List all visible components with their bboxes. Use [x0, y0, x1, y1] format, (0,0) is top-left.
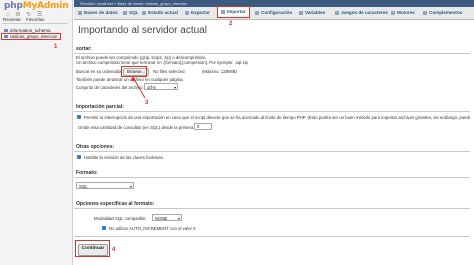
- chevron-down-icon: ▾: [177, 216, 180, 221]
- chevron-down-icon: ▾: [129, 184, 132, 189]
- tab-plugins[interactable]: Complementos: [423, 7, 462, 19]
- annotation-marker-1: 1: [54, 44, 58, 50]
- sql-compat-label: Modalidad SQL compatible:: [94, 216, 147, 221]
- sidebar-tabs: Reciente Favoritas: [3, 17, 49, 22]
- breadcrumb[interactable]: Servidor: localhost » Base de datos: rad…: [74, 0, 474, 7]
- logo-text-php: php: [4, 1, 23, 11]
- max-size-text: (Máximo: 128MiB): [202, 69, 237, 74]
- tab-variables[interactable]: Variables: [299, 7, 325, 19]
- skip-queries-label: Omitir esta cantidad de consultas (en SQ…: [78, 125, 195, 130]
- status-icon: [142, 10, 146, 15]
- compression-example: Un archivo comprimido tiene que terminar…: [76, 60, 248, 65]
- tab-label: Exportar: [191, 10, 210, 15]
- charset-value: utf-8: [147, 85, 156, 90]
- top-tab-bar: Bases de datos SQL Estado actual Exporta…: [74, 6, 474, 20]
- tab-label: SQL: [129, 10, 139, 15]
- plugin-icon: [423, 10, 427, 15]
- tab-favorites[interactable]: Favoritas: [26, 17, 45, 22]
- tab-label: Juegos de caracteres: [341, 10, 388, 15]
- tab-charsets[interactable]: Juegos de caracteres: [335, 7, 388, 19]
- tab-status[interactable]: Estado actual: [142, 7, 178, 19]
- tab-label: Variables: [305, 10, 326, 15]
- annotation-marker-3: 3: [145, 100, 149, 106]
- auto-increment-label: No utilizar AUTO_INCREMENT con el valor …: [109, 226, 196, 231]
- charset-icon: [335, 10, 339, 15]
- tab-export[interactable]: Exportar: [185, 7, 210, 19]
- charset-select[interactable]: utf-8 ▾: [144, 83, 178, 90]
- sql-icon: [123, 10, 127, 15]
- tab-label: Importar: [227, 9, 246, 14]
- page-title: Importando al servidor actual: [78, 25, 207, 36]
- annotation-marker-4: 4: [112, 247, 116, 253]
- tab-recent[interactable]: Reciente: [3, 17, 21, 22]
- partial-import-heading: Importación parcial:: [76, 104, 124, 110]
- section-divider: [74, 53, 470, 54]
- section-divider: [74, 111, 470, 112]
- phpmyadmin-logo[interactable]: phpMyAdmin: [4, 1, 69, 11]
- tab-settings[interactable]: Configuración: [255, 7, 292, 19]
- tab-sql[interactable]: SQL: [123, 7, 138, 19]
- allow-interrupt-label: Permitir la interrupción de una importac…: [84, 115, 470, 120]
- browse-label: Buscar en su ordenador:: [76, 69, 124, 74]
- database-icon: [4, 29, 8, 32]
- format-select[interactable]: SQL ▾: [76, 182, 134, 189]
- section-divider: [74, 236, 470, 237]
- allow-interrupt-checkbox[interactable]: [77, 115, 81, 119]
- no-file-text: No files selected.: [153, 69, 186, 74]
- charset-label: Conjunto de caracteres del archivo:: [76, 85, 144, 90]
- navigation-sidebar: phpMyAdmin ⌂ ⚙ ↻ ☰ Reciente Favoritas in…: [0, 0, 73, 265]
- auto-increment-checkbox[interactable]: [102, 226, 106, 230]
- format-heading: Formato:: [76, 170, 98, 176]
- format-options-heading: Opciones específicas al formato:: [76, 201, 155, 207]
- database-icon: [78, 10, 82, 15]
- tab-databases[interactable]: Bases de datos: [78, 7, 118, 19]
- main-content: Importando al servidor actual sortar: El…: [74, 20, 474, 265]
- tab-label: Motores: [397, 10, 415, 15]
- sidebar-divider: [2, 23, 68, 24]
- tab-label: Bases de datos: [84, 10, 118, 15]
- variables-icon: [299, 10, 303, 15]
- sql-compat-value: NONE: [155, 216, 168, 221]
- skip-queries-input[interactable]: 0: [194, 123, 212, 130]
- database-icon: [4, 35, 8, 38]
- engine-icon: [391, 10, 395, 15]
- sql-compat-select[interactable]: NONE ▾: [152, 214, 182, 221]
- format-value: SQL: [79, 184, 88, 189]
- section-divider: [74, 208, 470, 209]
- browse-highlight: [121, 66, 147, 77]
- database-label: radicas_grupo_eleccion: [10, 34, 58, 39]
- tab-label: Complementos: [429, 10, 463, 15]
- export-icon: [185, 10, 189, 15]
- other-options-heading: Otras opciones:: [76, 144, 115, 150]
- foreign-keys-checkbox[interactable]: [77, 155, 81, 159]
- database-item-selected[interactable]: radicas_grupo_eleccion: [1, 33, 61, 40]
- drag-note: También puede arrastrar un archivo en cu…: [76, 77, 184, 82]
- tab-label: Estado actual: [148, 10, 178, 15]
- section-divider: [74, 151, 470, 152]
- tab-import[interactable]: Importar: [217, 6, 250, 18]
- tab-label: Configuración: [261, 10, 293, 15]
- tab-engines[interactable]: Motores: [391, 7, 415, 19]
- continue-highlight: [75, 240, 110, 257]
- gear-icon: [255, 10, 259, 15]
- foreign-keys-label: Habilite la revisión de las claves forán…: [84, 155, 165, 160]
- logo-text-myadmin: MyAdmin: [22, 1, 69, 11]
- chevron-down-icon: ▾: [173, 85, 176, 90]
- import-icon: [221, 9, 225, 14]
- section-divider: [74, 177, 470, 178]
- file-section-heading: sortar:: [76, 46, 92, 52]
